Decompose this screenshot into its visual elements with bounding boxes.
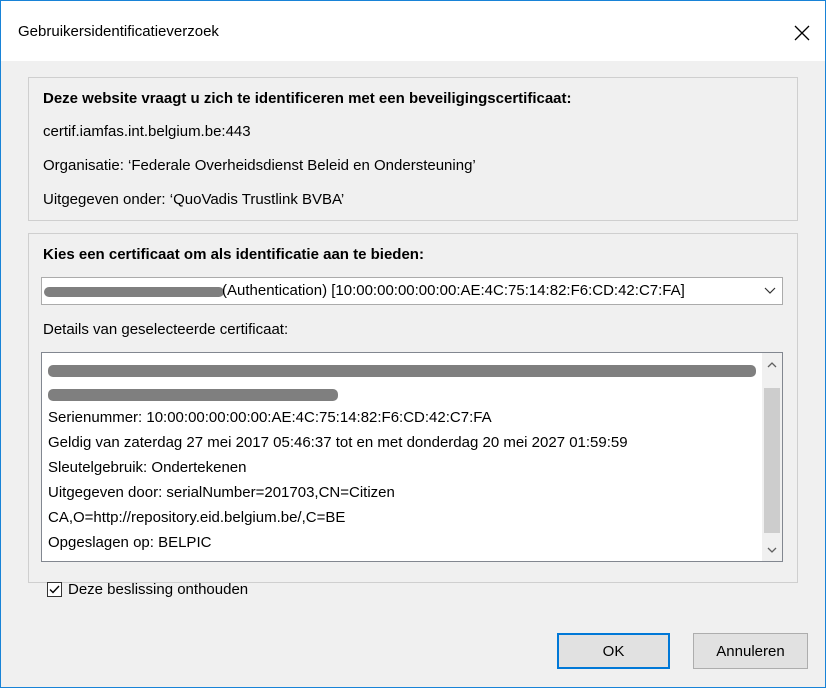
title-bar: Gebruikersidentificatieverzoek [1, 1, 825, 61]
scroll-up-button[interactable] [762, 353, 782, 375]
certificate-details-box[interactable]: Serienummer: 10:00:00:00:00:00:AE:4C:75:… [41, 352, 783, 562]
ok-button[interactable]: OK [557, 633, 670, 669]
detail-line: CA,O=http://repository.eid.belgium.be/,C… [48, 509, 346, 526]
chevron-down-icon [764, 287, 776, 294]
remember-decision-row[interactable]: Deze beslissing onthouden [47, 578, 248, 600]
certificate-select-value: (Authentication) [10:00:00:00:00:00:AE:4… [222, 282, 685, 299]
vertical-scrollbar[interactable] [762, 353, 782, 561]
detail-line: Uitgegeven door: serialNumber=201703,CN=… [48, 484, 395, 501]
scrollbar-thumb[interactable] [764, 388, 780, 533]
issuer-text: Uitgegeven onder: ‘QuoVadis Trustlink BV… [43, 191, 345, 208]
scroll-down-button[interactable] [762, 539, 782, 561]
certificate-group: Kies een certificaat om als identificati… [28, 233, 798, 583]
chevron-up-icon [767, 361, 777, 367]
checkmark-icon [49, 585, 60, 594]
chevron-down-icon [767, 547, 777, 553]
detail-line: Sleutelgebruik: Ondertekenen [48, 459, 247, 476]
close-icon [794, 25, 810, 41]
redaction-bar [48, 389, 338, 401]
organisation-text: Organisatie: ‘Federale Overheidsdienst B… [43, 157, 476, 174]
detail-line: Geldig van zaterdag 27 mei 2017 05:46:37… [48, 434, 628, 451]
window-title: Gebruikersidentificatieverzoek [18, 23, 219, 40]
choose-certificate-label: Kies een certificaat om als identificati… [43, 246, 424, 263]
site-info-group: Deze website vraagt u zich te identifice… [28, 77, 798, 221]
close-button[interactable] [779, 13, 825, 53]
host-text: certif.iamfas.int.belgium.be:443 [43, 123, 251, 140]
details-label: Details van geselecteerde certificaat: [43, 321, 289, 338]
info-heading: Deze website vraagt u zich te identifice… [43, 90, 572, 107]
dropdown-button[interactable] [758, 278, 782, 304]
remember-decision-checkbox[interactable] [47, 581, 62, 597]
dialog-window: Gebruikersidentificatieverzoek Deze webs… [0, 0, 826, 688]
remember-decision-label[interactable]: Deze beslissing onthouden [68, 581, 248, 598]
details-text: Serienummer: 10:00:00:00:00:00:AE:4C:75:… [48, 405, 763, 555]
certificate-select[interactable]: (Authentication) [10:00:00:00:00:00:AE:4… [41, 277, 783, 305]
detail-line: Serienummer: 10:00:00:00:00:00:AE:4C:75:… [48, 409, 492, 426]
detail-line: Opgeslagen op: BELPIC [48, 534, 212, 551]
redaction-bar [44, 287, 224, 297]
redaction-bar [48, 365, 756, 377]
cancel-button[interactable]: Annuleren [693, 633, 808, 669]
